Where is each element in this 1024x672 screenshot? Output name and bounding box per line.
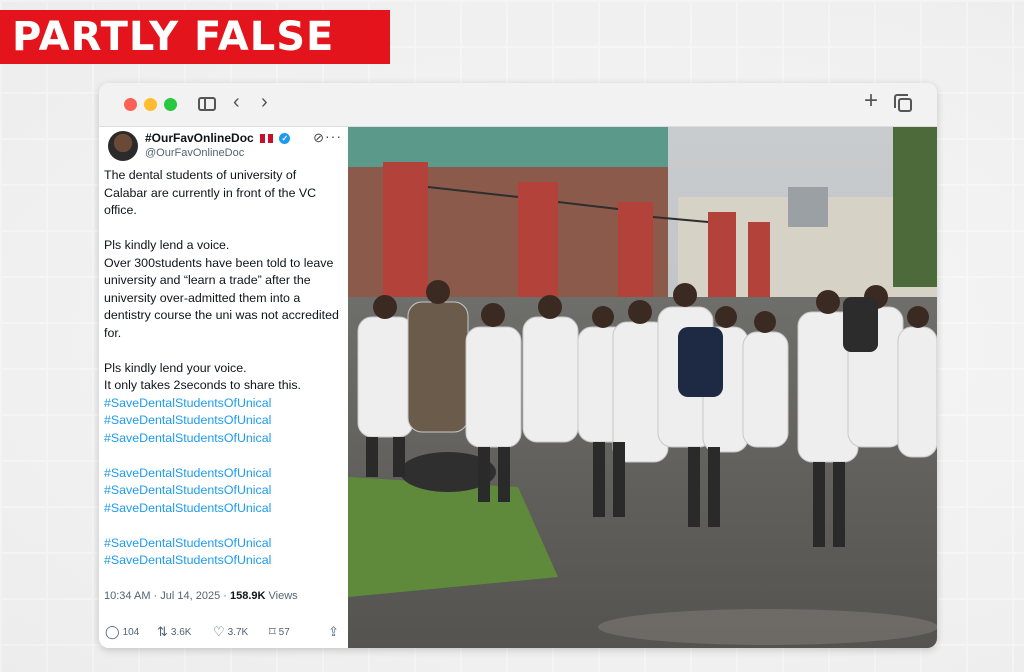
- tweet-paragraph: Pls kindly lend your voice.: [104, 360, 247, 375]
- forward-arrow-icon[interactable]: ›: [261, 92, 268, 112]
- maximize-window-button[interactable]: [164, 98, 177, 111]
- hashtag-link[interactable]: #SaveDentalStudentsOfUnical: [104, 535, 342, 553]
- views-label: Views: [268, 589, 298, 602]
- user-handle[interactable]: @OurFavOnlineDoc: [145, 147, 244, 159]
- new-tab-icon[interactable]: +: [864, 89, 878, 113]
- browser-window: ‹ › + #OurFavOnlineDoc ✓ @OurFavOnlineDo…: [99, 83, 937, 648]
- tweet-header: #OurFavOnlineDoc ✓ @OurFavOnlineDoc ⊘ ··…: [104, 127, 348, 167]
- avatar[interactable]: [108, 131, 138, 161]
- minimize-window-button[interactable]: [144, 98, 157, 111]
- hashtag-link[interactable]: #SaveDentalStudentsOfUnical: [104, 395, 342, 413]
- protest-photo-illustration: [348, 127, 937, 648]
- tweet-paragraph: Over 300students have been told to leave…: [104, 255, 339, 340]
- uk-flag-icon: [260, 134, 274, 144]
- tweet-meta: 10:34 AM · Jul 14, 2025 · 158.9K Views: [104, 588, 342, 606]
- tweet-photo[interactable]: [348, 127, 937, 648]
- verified-badge-icon: ✓: [279, 133, 291, 145]
- timestamp[interactable]: 10:34 AM · Jul 14, 2025 ·: [104, 590, 230, 602]
- hashtag-link[interactable]: #SaveDentalStudentsOfUnical: [104, 412, 342, 430]
- like-count: 3.7K: [227, 627, 249, 638]
- bookmark-count: 57: [278, 627, 290, 638]
- tweet-actions: ◯ 104 ⇅ 3.6K ♡ 3.7K ⌑ 57 ⇪: [105, 624, 342, 642]
- display-name-row[interactable]: #OurFavOnlineDoc ✓: [145, 131, 291, 145]
- repost-icon: ⇅: [157, 624, 168, 639]
- tab-overview-icon[interactable]: [894, 94, 912, 112]
- display-name[interactable]: #OurFavOnlineDoc: [145, 131, 254, 145]
- heart-icon: ♡: [213, 624, 225, 639]
- tweet-text: The dental students of university of Cal…: [104, 167, 348, 605]
- bookmark-icon: ⌑: [269, 624, 276, 639]
- grok-icon[interactable]: ⊘: [313, 130, 324, 146]
- repost-button[interactable]: ⇅ 3.6K: [157, 624, 191, 640]
- verdict-banner: PARTLY FALSE: [0, 10, 390, 64]
- hashtag-link[interactable]: #SaveDentalStudentsOfUnical: [104, 465, 342, 483]
- more-options-icon[interactable]: ···: [325, 128, 342, 144]
- browser-titlebar: ‹ › +: [99, 83, 937, 127]
- close-window-button[interactable]: [124, 98, 137, 111]
- hashtag-link[interactable]: #SaveDentalStudentsOfUnical: [104, 500, 342, 518]
- hashtag-link[interactable]: #SaveDentalStudentsOfUnical: [104, 552, 342, 570]
- reply-count: 104: [122, 627, 140, 638]
- views-count: 158.9K: [229, 589, 266, 602]
- tweet-paragraph: It only takes 2seconds to share this.: [104, 378, 301, 392]
- share-icon: ⇪: [328, 624, 339, 639]
- sidebar-toggle-icon[interactable]: [198, 97, 216, 111]
- share-button[interactable]: ⇪: [328, 624, 342, 640]
- bookmark-button[interactable]: ⌑ 57: [269, 624, 290, 640]
- hashtag-link[interactable]: #SaveDentalStudentsOfUnical: [104, 430, 342, 448]
- tweet-panel: #OurFavOnlineDoc ✓ @OurFavOnlineDoc ⊘ ··…: [99, 127, 348, 648]
- like-button[interactable]: ♡ 3.7K: [213, 624, 248, 640]
- repost-count: 3.6K: [170, 627, 192, 638]
- tweet-paragraph: Pls kindly lend a voice.: [104, 238, 230, 252]
- reply-icon: ◯: [105, 624, 120, 639]
- reply-button[interactable]: ◯ 104: [105, 624, 139, 640]
- tweet-paragraph: The dental students of university of Cal…: [104, 168, 317, 217]
- back-arrow-icon[interactable]: ‹: [233, 92, 240, 112]
- hashtag-link[interactable]: #SaveDentalStudentsOfUnical: [104, 482, 342, 500]
